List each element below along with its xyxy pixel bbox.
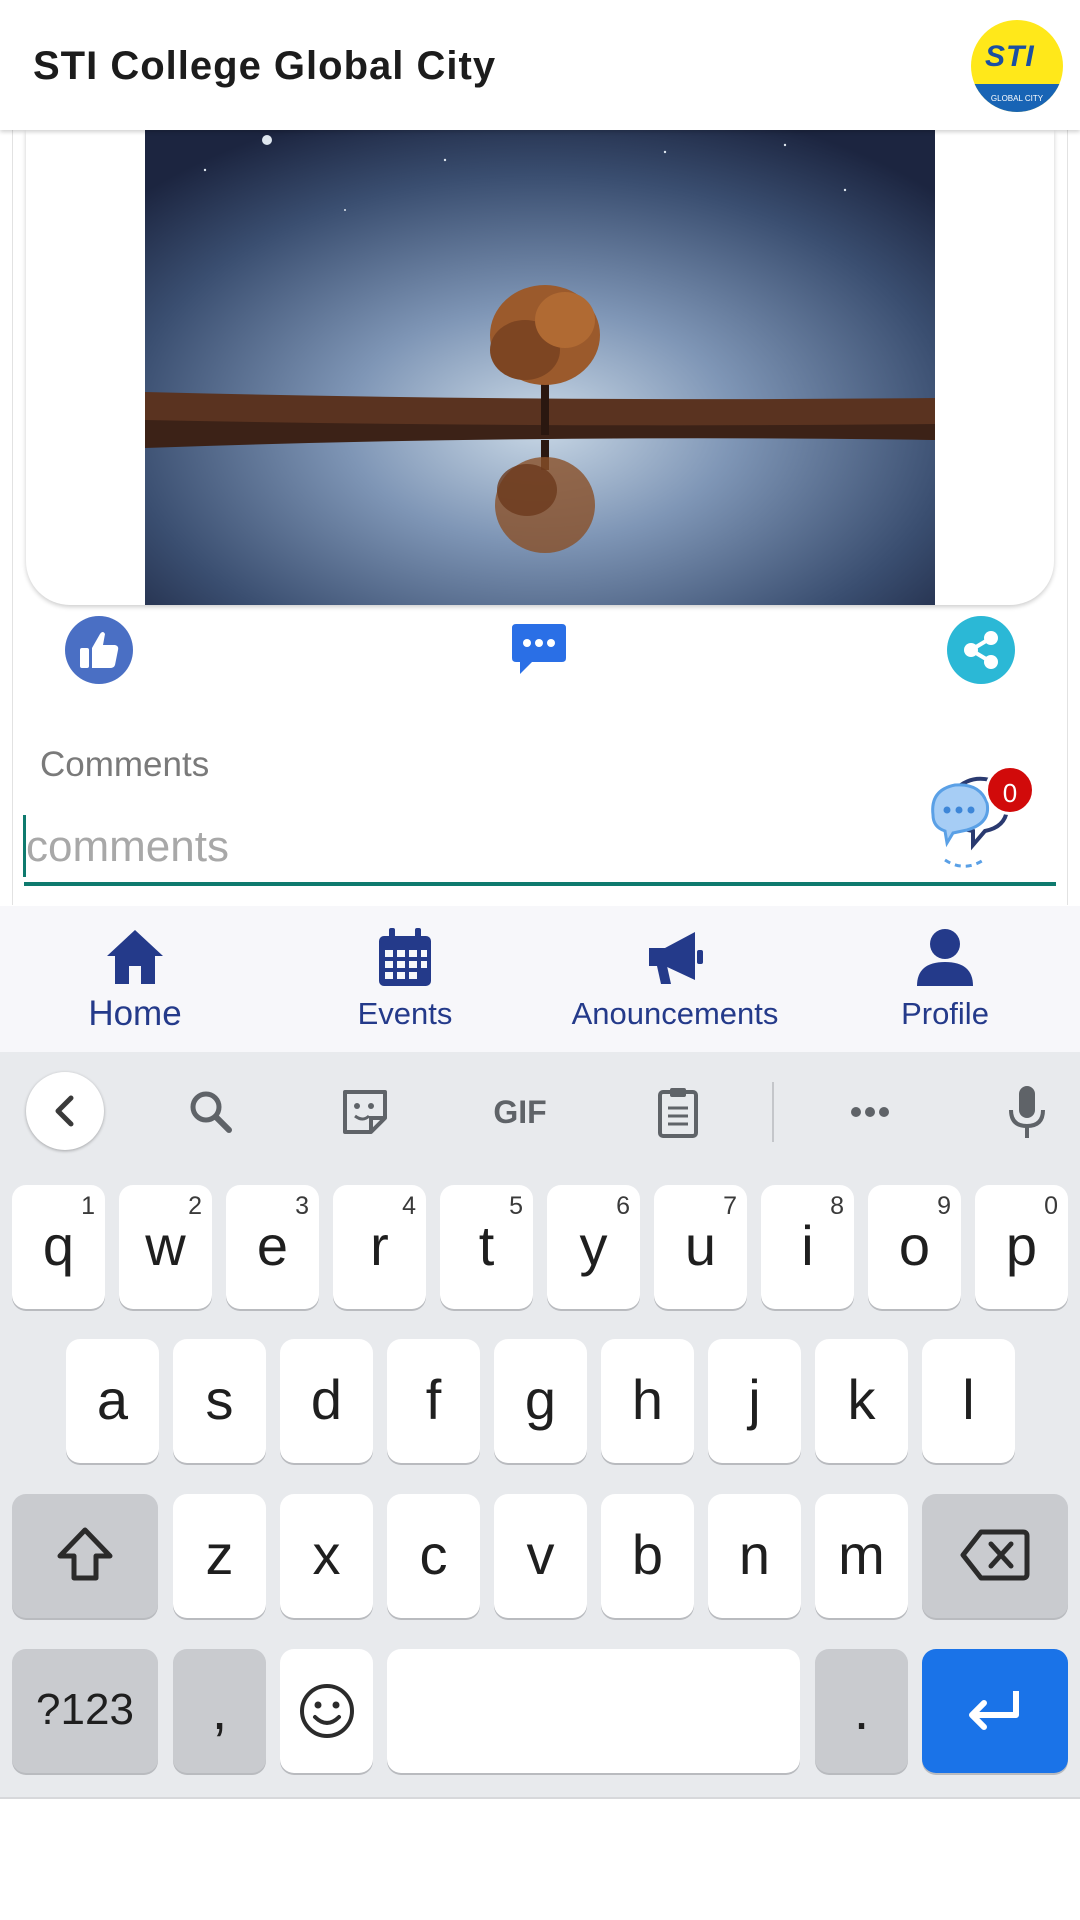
post-photo[interactable] bbox=[145, 130, 935, 605]
calendar-icon bbox=[379, 928, 431, 986]
key-l[interactable]: l bbox=[922, 1339, 1015, 1463]
key-b[interactable]: b bbox=[601, 1494, 694, 1618]
key-a[interactable]: a bbox=[66, 1339, 159, 1463]
period-key[interactable]: . bbox=[815, 1649, 908, 1773]
app-screen: STI College Global City STI GLOBAL CITY bbox=[0, 0, 1080, 1920]
key-n[interactable]: n bbox=[708, 1494, 801, 1618]
app-header: STI College Global City STI GLOBAL CITY bbox=[0, 0, 1080, 130]
key-q[interactable]: q1 bbox=[12, 1185, 105, 1309]
nav-item-profile[interactable]: Profile bbox=[810, 906, 1080, 1052]
key-r[interactable]: r4 bbox=[333, 1185, 426, 1309]
sti-logo: STI GLOBAL CITY bbox=[971, 20, 1063, 112]
nav-label-home: Home bbox=[88, 994, 182, 1033]
clipboard-icon[interactable] bbox=[650, 1084, 706, 1140]
key-y[interactable]: y6 bbox=[547, 1185, 640, 1309]
gif-button[interactable]: GIF bbox=[485, 1094, 555, 1134]
thumbs-up-icon bbox=[80, 632, 119, 668]
key-k[interactable]: k bbox=[815, 1339, 908, 1463]
enter-icon bbox=[969, 1691, 1019, 1730]
backspace-icon bbox=[960, 1529, 1030, 1581]
comments-label: Comments bbox=[40, 745, 210, 784]
shift-icon bbox=[57, 1527, 113, 1581]
key-p[interactable]: p0 bbox=[975, 1185, 1068, 1309]
microphone-icon[interactable] bbox=[999, 1084, 1055, 1140]
comment-input[interactable] bbox=[24, 812, 1056, 886]
nav-item-home[interactable]: Home bbox=[0, 906, 270, 1052]
share-button[interactable] bbox=[947, 616, 1015, 684]
navigation-bar-area bbox=[0, 1797, 1080, 1920]
megaphone-icon bbox=[649, 932, 703, 984]
key-w[interactable]: w2 bbox=[119, 1185, 212, 1309]
comment-button[interactable] bbox=[508, 620, 570, 682]
bottom-navigation: Home Events Anouncements Profile bbox=[0, 906, 1080, 1052]
nav-item-events[interactable]: Events bbox=[270, 906, 540, 1052]
key-h[interactable]: h bbox=[601, 1339, 694, 1463]
enter-key[interactable] bbox=[922, 1649, 1068, 1773]
comma-key[interactable]: , bbox=[173, 1649, 266, 1773]
more-icon[interactable] bbox=[842, 1084, 898, 1140]
comment-count-badge: 0 bbox=[985, 765, 1035, 815]
nav-label-profile: Profile bbox=[901, 996, 989, 1031]
key-f[interactable]: f bbox=[387, 1339, 480, 1463]
key-u[interactable]: u7 bbox=[654, 1185, 747, 1309]
chat-bubble-icon bbox=[512, 624, 566, 674]
share-icon bbox=[964, 631, 998, 669]
key-o[interactable]: o9 bbox=[868, 1185, 961, 1309]
emoji-icon bbox=[299, 1684, 354, 1738]
key-t[interactable]: t5 bbox=[440, 1185, 533, 1309]
post-image-card bbox=[26, 130, 1054, 605]
key-s[interactable]: s bbox=[173, 1339, 266, 1463]
soft-keyboard: GIF q1 w2 e3 r4 t5 y6 u7 i8 o 9 p 0 a s … bbox=[0, 1052, 1080, 1797]
key-g[interactable]: g bbox=[494, 1339, 587, 1463]
back-arrow-icon bbox=[55, 1095, 74, 1127]
text-cursor bbox=[23, 815, 26, 877]
app-title: STI College Global City bbox=[33, 44, 497, 88]
nav-label-events: Events bbox=[357, 996, 453, 1031]
user-icon bbox=[917, 929, 973, 986]
keyboard-toolbar: GIF bbox=[0, 1052, 1080, 1172]
key-e[interactable]: e3 bbox=[226, 1185, 319, 1309]
key-m[interactable]: m bbox=[815, 1494, 908, 1618]
backspace-key[interactable] bbox=[922, 1494, 1068, 1618]
symbols-key[interactable]: ?123 bbox=[12, 1649, 158, 1773]
home-icon bbox=[107, 930, 163, 984]
logo-text: STI bbox=[985, 40, 1035, 73]
key-v[interactable]: v bbox=[494, 1494, 587, 1618]
shift-key[interactable] bbox=[12, 1494, 158, 1618]
space-key[interactable] bbox=[387, 1649, 800, 1773]
key-d[interactable]: d bbox=[280, 1339, 373, 1463]
emoji-key[interactable] bbox=[280, 1649, 373, 1773]
toolbar-separator bbox=[772, 1082, 774, 1142]
key-i[interactable]: i8 bbox=[761, 1185, 854, 1309]
logo-subtext: GLOBAL CITY bbox=[990, 94, 1044, 103]
key-c[interactable]: c bbox=[387, 1494, 480, 1618]
key-x[interactable]: x bbox=[280, 1494, 373, 1618]
nav-label-announcements: Anouncements bbox=[571, 996, 779, 1031]
key-j[interactable]: j bbox=[708, 1339, 801, 1463]
nav-item-announcements[interactable]: Anouncements bbox=[540, 906, 810, 1052]
search-icon[interactable] bbox=[183, 1084, 239, 1140]
like-button[interactable] bbox=[65, 616, 133, 684]
keyboard-back-button[interactable] bbox=[26, 1072, 104, 1150]
sticker-icon[interactable] bbox=[337, 1084, 393, 1140]
key-z[interactable]: z bbox=[173, 1494, 266, 1618]
